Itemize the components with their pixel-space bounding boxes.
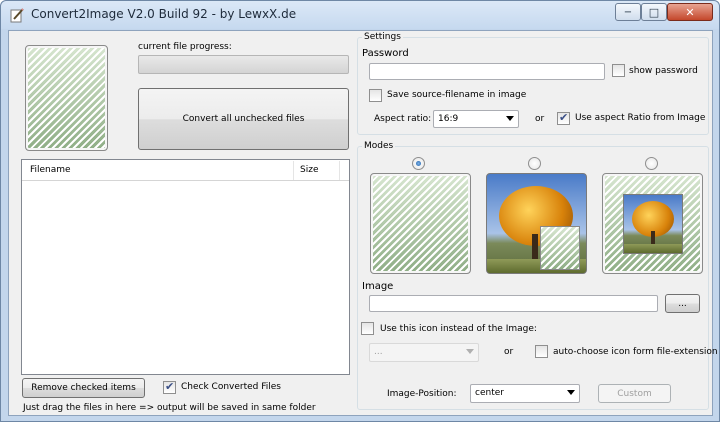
aspect-ratio-value: 16:9 bbox=[438, 114, 459, 124]
file-list[interactable]: Filename Size bbox=[21, 159, 350, 375]
icon-dropdown-value: ... bbox=[374, 347, 383, 357]
custom-button[interactable]: Custom bbox=[598, 384, 671, 403]
chevron-down-icon bbox=[466, 349, 474, 354]
maximize-button[interactable]: □ bbox=[641, 3, 667, 21]
column-separator[interactable] bbox=[293, 161, 294, 180]
image-path-field[interactable] bbox=[369, 295, 658, 312]
file-list-header: Filename Size bbox=[22, 160, 349, 181]
password-label: Password bbox=[362, 48, 409, 59]
password-field[interactable] bbox=[369, 63, 605, 80]
mode-radio-3[interactable] bbox=[645, 157, 658, 170]
image-position-label: Image-Position: bbox=[387, 389, 457, 399]
check-converted-label: Check Converted Files bbox=[181, 382, 281, 392]
auto-icon-label: auto-choose icon form file-extension bbox=[553, 347, 718, 357]
show-password-checkbox[interactable] bbox=[612, 64, 625, 77]
mode-preview-icon-only[interactable] bbox=[370, 173, 471, 274]
image-position-value: center bbox=[475, 388, 504, 398]
settings-group-title: Settings bbox=[362, 32, 403, 42]
chevron-down-icon bbox=[567, 390, 575, 395]
close-icon: ✕ bbox=[685, 5, 695, 19]
mode-radio-1[interactable] bbox=[412, 157, 425, 170]
title-bar[interactable]: Convert2Image V2.0 Build 92 - by LewxX.d… bbox=[1, 1, 719, 29]
window-title: Convert2Image V2.0 Build 92 - by LewxX.d… bbox=[31, 7, 297, 21]
auto-icon-checkbox[interactable] bbox=[535, 345, 548, 358]
maximize-icon: □ bbox=[648, 5, 660, 19]
close-button[interactable]: ✕ bbox=[667, 3, 713, 21]
pencil-paper-icon bbox=[10, 8, 24, 23]
mode-radio-2[interactable] bbox=[528, 157, 541, 170]
or-label: or bbox=[535, 114, 545, 124]
file-preview-thumbnail bbox=[25, 45, 108, 151]
image-label: Image bbox=[362, 281, 394, 292]
progress-label: current file progress: bbox=[138, 42, 232, 52]
image-position-dropdown[interactable]: center bbox=[470, 384, 580, 403]
check-converted-checkbox[interactable] bbox=[163, 380, 176, 394]
column-header-filename[interactable]: Filename bbox=[30, 165, 71, 175]
use-aspect-ratio-label: Use aspect Ratio from Image bbox=[575, 113, 706, 123]
client-area: current file progress: Convert all unche… bbox=[8, 30, 718, 416]
inset-thumbnail bbox=[540, 226, 580, 270]
show-password-label: show password bbox=[629, 66, 698, 76]
minimize-button[interactable]: − bbox=[615, 3, 641, 21]
embedded-photo bbox=[623, 194, 683, 254]
browse-button[interactable]: ... bbox=[665, 294, 700, 313]
grass bbox=[624, 244, 682, 253]
use-aspect-ratio-checkbox[interactable] bbox=[557, 111, 570, 125]
column-header-size[interactable]: Size bbox=[300, 165, 318, 175]
or-label: or bbox=[504, 347, 514, 357]
use-icon-label: Use this icon instead of the Image: bbox=[380, 324, 537, 334]
use-icon-checkbox[interactable] bbox=[361, 322, 374, 335]
remove-checked-button[interactable]: Remove checked items bbox=[22, 378, 145, 398]
file-progress-bar bbox=[138, 55, 349, 74]
save-filename-label: Save source-filename in image bbox=[387, 90, 527, 100]
column-separator[interactable] bbox=[339, 161, 340, 180]
modes-group-title: Modes bbox=[362, 141, 396, 151]
drag-hint: Just drag the files in here => output wi… bbox=[23, 403, 316, 413]
app-window: Convert2Image V2.0 Build 92 - by LewxX.d… bbox=[0, 0, 720, 422]
minimize-icon: − bbox=[623, 6, 633, 18]
chevron-down-icon bbox=[506, 116, 514, 121]
mode-preview-image-with-icon[interactable] bbox=[486, 173, 587, 274]
aspect-ratio-label: Aspect ratio: bbox=[374, 114, 432, 124]
icon-dropdown[interactable]: ... bbox=[369, 343, 479, 362]
mode-preview-image-in-icon[interactable] bbox=[602, 173, 703, 274]
aspect-ratio-dropdown[interactable]: 16:9 bbox=[433, 110, 519, 128]
convert-all-button[interactable]: Convert all unchecked files bbox=[138, 88, 349, 150]
save-filename-checkbox[interactable] bbox=[369, 89, 382, 102]
